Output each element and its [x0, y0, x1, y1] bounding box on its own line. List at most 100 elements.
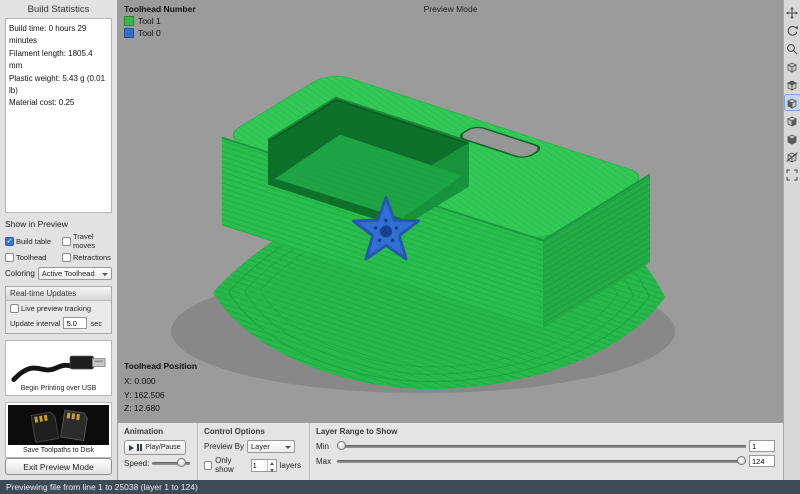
min-layer-slider[interactable]: [337, 441, 746, 451]
side-view-button[interactable]: [785, 113, 800, 128]
max-layer-input[interactable]: [749, 455, 775, 467]
coloring-dropdown[interactable]: Active Toolhead: [38, 267, 112, 280]
control-options-title: Control Options: [204, 427, 301, 436]
view-toolbar: [783, 0, 800, 480]
spinner-down-icon[interactable]: [268, 467, 276, 474]
update-interval-unit: sec: [90, 319, 102, 328]
exit-preview-mode-button[interactable]: Exit Preview Mode: [5, 458, 112, 475]
checkbox-build-table-box[interactable]: ✓: [5, 237, 14, 246]
top-view-button[interactable]: [785, 77, 800, 92]
checkbox-travel-moves-box[interactable]: [62, 237, 71, 246]
checkbox-live-preview-box[interactable]: [10, 304, 19, 313]
legend-item-tool1: Tool 1: [124, 16, 196, 26]
begin-printing-usb-button[interactable]: Begin Printing over USB: [5, 340, 112, 396]
min-slider-track: [337, 445, 746, 448]
play-icon: [129, 445, 134, 451]
status-bar: Previewing file from line 1 to 25038 (la…: [0, 480, 800, 494]
speed-label: Speed:: [124, 459, 149, 468]
min-label: Min: [316, 442, 334, 451]
coloring-label: Coloring: [5, 269, 35, 278]
max-slider-thumb[interactable]: [737, 456, 746, 465]
update-interval-input[interactable]: [63, 317, 87, 329]
front-view-button[interactable]: [785, 95, 800, 110]
preview-mode-window: Build Statistics Build time: 0 hours 29 …: [0, 0, 800, 494]
speed-slider[interactable]: [152, 458, 190, 468]
checkbox-live-preview-tracking[interactable]: Live preview tracking: [10, 304, 107, 313]
only-show-spinner[interactable]: [251, 459, 277, 472]
tool1-color-swatch: [124, 16, 134, 26]
only-show-label: Only show: [215, 456, 248, 474]
toolhead-position-readout: Toolhead Position X: 0.000 Y: 162.506 Z:…: [124, 360, 197, 416]
toolhead-y: Y: 162.506: [124, 389, 197, 403]
only-show-checkbox[interactable]: [204, 461, 212, 470]
max-slider-track: [337, 460, 746, 463]
zoom-icon: [786, 43, 798, 55]
tool0-color-swatch: [124, 28, 134, 38]
checkbox-build-table[interactable]: ✓ Build table: [5, 232, 60, 250]
cross-section-button[interactable]: [785, 149, 800, 164]
toolhead-x: X: 0.000: [124, 375, 197, 389]
default-view-button[interactable]: [785, 59, 800, 74]
build-stats-box: Build time: 0 hours 29 minutes Filament …: [5, 18, 112, 213]
tool0-label: Tool 0: [138, 28, 161, 38]
fit-view-button[interactable]: [785, 167, 800, 182]
checkbox-label: Toolhead: [16, 253, 46, 262]
checkbox-label: Travel moves: [73, 232, 112, 250]
checkbox-retractions[interactable]: Retractions: [62, 253, 112, 262]
sd-card-icon: [8, 405, 109, 445]
min-slider-thumb[interactable]: [337, 441, 346, 450]
front-view-icon: [786, 97, 798, 109]
build-statistics-panel: Build Statistics Build time: 0 hours 29 …: [0, 0, 118, 480]
pan-tool-button[interactable]: [785, 5, 800, 20]
rotate-view-button[interactable]: [785, 23, 800, 38]
rotate-view-icon: [786, 25, 798, 37]
status-text: Previewing file from line 1 to 25038 (la…: [6, 482, 198, 492]
checkbox-label: Live preview tracking: [21, 304, 91, 313]
show-in-preview-options: ✓ Build table Travel moves Toolhead Retr…: [5, 232, 112, 262]
animation-section: Animation Play/Pause Speed:: [118, 423, 198, 480]
control-options-section: Control Options Preview By Layer Only sh…: [198, 423, 310, 480]
layer-range-section: Layer Range to Show Min Max: [310, 423, 783, 480]
stat-filament-length: Filament length: 1805.4 mm: [9, 48, 108, 73]
stat-plastic-weight: Plastic weight: 5.43 g (0.01 lb): [9, 73, 108, 98]
preview-by-dropdown[interactable]: Layer: [247, 440, 295, 453]
preview-by-label: Preview By: [204, 442, 244, 451]
checkbox-label: Build table: [16, 237, 51, 246]
save-toolpaths-button[interactable]: Save Toolpaths to Disk: [5, 402, 112, 458]
layer-range-title: Layer Range to Show: [316, 427, 775, 436]
back-view-button[interactable]: [785, 131, 800, 146]
realtime-updates-group: Real-time Updates Live preview tracking …: [5, 286, 112, 334]
preview-by-value: Layer: [251, 442, 270, 451]
side-view-icon: [786, 115, 798, 127]
checkbox-toolhead-box[interactable]: [5, 253, 14, 262]
3d-viewport[interactable]: Toolhead Number Tool 1 Tool 0 Preview Mo…: [118, 0, 783, 480]
zoom-tool-button[interactable]: [785, 41, 800, 56]
layers-label: layers: [280, 461, 301, 470]
only-show-input[interactable]: [252, 460, 267, 471]
checkbox-toolhead[interactable]: Toolhead: [5, 253, 60, 262]
stat-build-time: Build time: 0 hours 29 minutes: [9, 23, 108, 48]
min-layer-input[interactable]: [749, 440, 775, 452]
max-label: Max: [316, 457, 334, 466]
top-view-icon: [786, 79, 798, 91]
cross-section-icon: [786, 151, 798, 163]
sd-card-photo: [8, 405, 109, 445]
speed-slider-thumb[interactable]: [177, 458, 186, 467]
tool1-label: Tool 1: [138, 16, 161, 26]
toolhead-z: Z: 12.680: [124, 402, 197, 416]
spinner-up-icon[interactable]: [268, 460, 276, 467]
legend-item-tool0: Tool 0: [124, 28, 196, 38]
fit-view-icon: [786, 169, 798, 181]
pause-icon: [137, 444, 142, 451]
realtime-updates-title: Real-time Updates: [6, 287, 111, 301]
checkbox-retractions-box[interactable]: [62, 253, 71, 262]
checkbox-travel-moves[interactable]: Travel moves: [62, 232, 112, 250]
sd-button-caption: Save Toolpaths to Disk: [8, 445, 109, 455]
printed-model-render: [118, 0, 783, 422]
animation-title: Animation: [124, 427, 189, 436]
pan-icon: [786, 7, 798, 19]
usb-cable-photo: [8, 343, 109, 383]
coloring-dropdown-value: Active Toolhead: [42, 269, 95, 278]
play-pause-button[interactable]: Play/Pause: [124, 440, 186, 455]
max-layer-slider[interactable]: [337, 456, 746, 466]
